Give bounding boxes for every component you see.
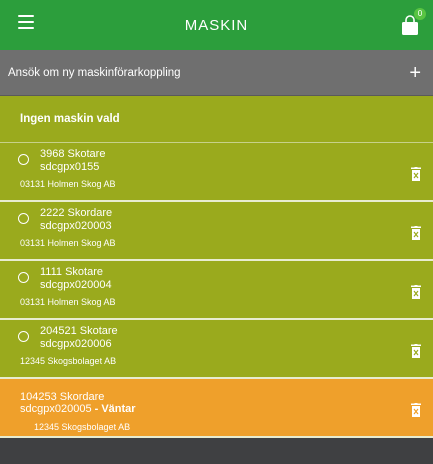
machine-organization: 12345 Skogsbolaget AB xyxy=(20,356,117,366)
machine-item[interactable]: 3968 Skotare sdcgpx0155 03131 Holmen Sko… xyxy=(0,143,433,202)
machine-item[interactable]: 1111 Skotare sdcgpx020004 03131 Holmen S… xyxy=(0,261,433,320)
top-bar: MASKIN 0 xyxy=(0,0,433,50)
machine-name: 204521 Skotare xyxy=(40,325,118,337)
radio-button[interactable] xyxy=(18,272,29,283)
trash-icon[interactable] xyxy=(411,403,421,417)
pending-machine-item[interactable]: 104253 Skordare sdcgpx020005 - Väntar 12… xyxy=(0,379,433,438)
machine-item[interactable]: 204521 Skotare sdcgpx020006 12345 Skogsb… xyxy=(0,320,433,379)
machine-organization: 12345 Skogsbolaget AB xyxy=(34,422,131,432)
trash-icon[interactable] xyxy=(411,285,421,299)
machine-code: sdcgpx0155 xyxy=(40,161,100,173)
pending-status: - Väntar xyxy=(91,403,136,415)
machine-code: sdcgpx020006 xyxy=(40,338,112,350)
machine-item[interactable]: 2222 Skordare sdcgpx020003 03131 Holmen … xyxy=(0,202,433,261)
app: MASKIN 0 Ansök om ny maskinförarkoppling… xyxy=(0,0,433,464)
machine-code: sdcgpx020003 xyxy=(40,220,112,232)
machine-organization: 03131 Holmen Skog AB xyxy=(20,238,116,248)
trash-icon[interactable] xyxy=(411,344,421,358)
machine-code: sdcgpx020004 xyxy=(40,279,112,291)
machine-organization: 03131 Holmen Skog AB xyxy=(20,297,116,307)
bag-count-badge: 0 xyxy=(414,8,426,20)
apply-row-label: Ansök om ny maskinförarkoppling xyxy=(8,66,181,79)
machine-name: 3968 Skotare xyxy=(40,148,106,160)
radio-button[interactable] xyxy=(18,213,29,224)
machine-code-with-status: sdcgpx020005 - Väntar xyxy=(20,403,136,415)
selected-machine-label: Ingen maskin vald xyxy=(20,113,120,125)
hamburger-menu-icon[interactable] xyxy=(18,15,34,29)
trash-icon[interactable] xyxy=(411,167,421,181)
radio-button[interactable] xyxy=(18,331,29,342)
plus-icon[interactable]: + xyxy=(409,63,421,83)
page-title: MASKIN xyxy=(184,16,249,34)
machine-name: 1111 Skotare xyxy=(40,266,103,278)
machine-name: 104253 Skordare xyxy=(20,391,105,403)
radio-button[interactable] xyxy=(18,154,29,165)
selected-machine-row: Ingen maskin vald xyxy=(0,96,433,143)
apply-machine-operator-link-row[interactable]: Ansök om ny maskinförarkoppling + xyxy=(0,50,433,96)
machine-code: sdcgpx020005 xyxy=(20,403,92,415)
machine-name: 2222 Skordare xyxy=(40,207,113,219)
trash-icon[interactable] xyxy=(411,226,421,240)
shopping-bag-icon[interactable]: 0 xyxy=(399,8,426,36)
machine-list: 3968 Skotare sdcgpx0155 03131 Holmen Sko… xyxy=(0,143,433,438)
machine-organization: 03131 Holmen Skog AB xyxy=(20,179,116,189)
